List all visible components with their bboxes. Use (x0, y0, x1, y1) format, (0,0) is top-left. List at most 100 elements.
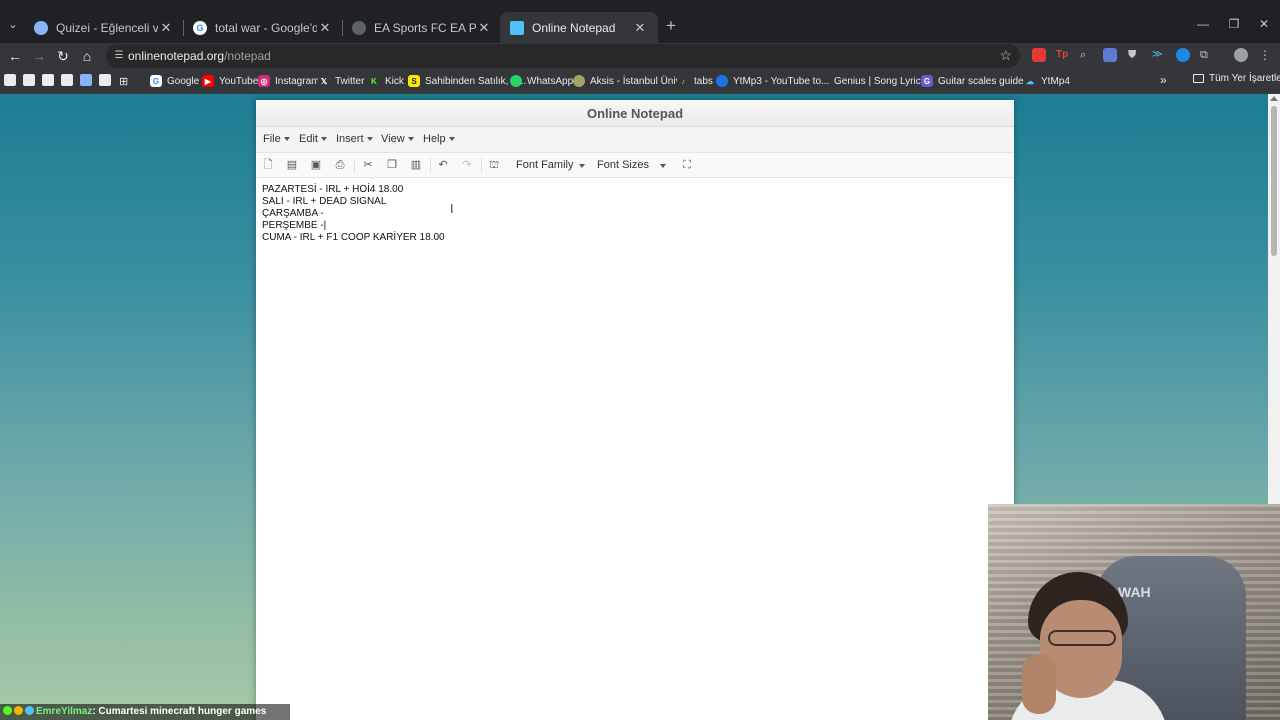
extensions-puzzle-icon[interactable]: ⧉ (1200, 48, 1214, 62)
notepad-window: Online Notepad File Edit Insert View Hel… (256, 100, 1014, 720)
apps-grid-icon[interactable]: ⊞ (119, 73, 128, 89)
bookmark-ytmp3[interactable]: YtMp3 - YouTube to... (716, 73, 829, 89)
bookmark-genius[interactable]: Genius | Song Lyrics... (834, 73, 934, 89)
close-icon[interactable]: ✕ (158, 20, 174, 36)
save-icon[interactable]: ▣ (309, 158, 323, 172)
youtube-icon: ▶ (202, 75, 214, 87)
extension-red-icon[interactable] (1032, 48, 1046, 62)
extension-translate-icon[interactable] (1103, 48, 1117, 62)
extension-arrows-icon[interactable]: ≫ (1152, 48, 1166, 62)
bookmark-youtube[interactable]: ▶ YouTube (202, 73, 258, 89)
ytmp3-icon (716, 75, 728, 87)
chat-badge-icon (14, 706, 23, 715)
notepad-icon (510, 20, 524, 35)
back-icon[interactable]: ← (6, 47, 24, 65)
home-icon[interactable]: ⌂ (78, 47, 96, 65)
redo-icon[interactable]: ↷ (460, 158, 474, 172)
restore-icon[interactable]: ❐ (1225, 17, 1243, 31)
bookmark-tabs[interactable]: ♪ tabs (677, 73, 713, 89)
tab-ea-sports[interactable]: EA Sports FC EA Play - EA Resmi ✕ (342, 12, 502, 43)
notepad-editor[interactable]: PAZARTESİ - IRL + HOİ4 18.00 SALI - IRL … (256, 179, 1014, 720)
font-sizes-dropdown[interactable]: Font Sizes (597, 159, 649, 171)
google-icon: G (150, 75, 162, 87)
browser-menu-icon[interactable]: ⋮ (1258, 48, 1272, 62)
site-info-icon[interactable]: ☰ (112, 49, 126, 63)
toolbar-divider (354, 158, 355, 173)
editor-line: PERŞEMBE -| (262, 220, 327, 231)
bookmark-kick[interactable]: K Kick (368, 73, 404, 89)
bookmark-instagram[interactable]: ◎ Instagram (258, 73, 319, 89)
chevron-down-icon (660, 164, 666, 168)
tab-strip: ⌄ Quizei - Eğlenceli ve etkileşimli ✕ G … (0, 0, 1280, 43)
scroll-thumb[interactable] (1271, 106, 1277, 256)
bookmark-sahibinden[interactable]: S Sahibinden Satılık, K... (408, 73, 526, 89)
scroll-up-icon[interactable] (1270, 96, 1278, 101)
font-family-dropdown[interactable]: Font Family (516, 159, 573, 171)
close-icon[interactable]: ✕ (317, 20, 333, 36)
more-bookmarks-icon[interactable]: » (1160, 73, 1167, 87)
close-icon[interactable]: ✕ (476, 20, 492, 36)
extension-tp-icon[interactable]: Tp (1056, 48, 1070, 62)
bookmark-app-icon[interactable] (42, 74, 54, 86)
toolbar-divider (430, 158, 431, 173)
forward-icon[interactable]: → (30, 47, 48, 65)
url-text[interactable]: onlinenotepad.org/notepad (128, 49, 271, 63)
quizei-icon (34, 20, 48, 35)
menu-help[interactable]: Help (423, 133, 455, 145)
profile-avatar[interactable] (1234, 48, 1248, 62)
tabs-icon: ♪ (677, 75, 689, 87)
person-glasses (1048, 630, 1116, 646)
bookmark-app-icon[interactable] (23, 74, 35, 86)
tab-quizei[interactable]: Quizei - Eğlenceli ve etkileşimli ✕ (24, 12, 184, 43)
bookmark-app-icon[interactable] (80, 74, 92, 86)
bookmark-guitar-scales[interactable]: G Guitar scales guide... (921, 73, 1032, 89)
extension-blue-icon[interactable] (1176, 48, 1190, 62)
x-icon: 𝕏 (318, 75, 330, 87)
print-icon[interactable]: ⎙ (333, 158, 347, 172)
menu-file[interactable]: File (263, 133, 290, 145)
google-icon: G (193, 20, 207, 35)
reload-icon[interactable]: ↻ (54, 47, 72, 65)
chair-logo: WAH (1118, 584, 1151, 600)
bookmark-twitter[interactable]: 𝕏 Twitter (318, 73, 364, 89)
bookmark-app-icon[interactable] (99, 74, 111, 86)
extension-search-icon[interactable]: ⌕ (1080, 48, 1094, 62)
tab-title: total war - Google'da Ara (215, 20, 317, 35)
bookmark-aksis[interactable]: Aksis - İstanbul Üniv... (573, 73, 688, 89)
bookmark-app-icon[interactable] (4, 74, 16, 86)
tab-online-notepad[interactable]: Online Notepad ✕ (500, 12, 658, 43)
cut-icon[interactable]: ✂ (361, 158, 375, 172)
chat-badge-icon (25, 706, 34, 715)
editor-line: ÇARŞAMBA - (262, 208, 324, 219)
tab-google-search[interactable]: G total war - Google'da Ara ✕ (183, 12, 343, 43)
all-bookmarks-folder[interactable]: Tüm Yer İşaretleri (1193, 73, 1280, 84)
bookmark-whatsapp[interactable]: WhatsApp (510, 73, 573, 89)
undo-icon[interactable]: ↶ (436, 158, 450, 172)
bookmark-star-icon[interactable]: ☆ (999, 47, 1012, 64)
aksis-icon (573, 75, 585, 87)
extension-shield-icon[interactable]: ⛊ (1128, 48, 1142, 62)
editor-line: SALI - IRL + DEAD SIGNAL (262, 196, 387, 207)
open-folder-icon[interactable]: ▤ (285, 158, 299, 172)
close-window-icon[interactable]: ✕ (1255, 17, 1273, 31)
folder-icon (1193, 74, 1204, 83)
bookmark-google[interactable]: G Google (150, 73, 199, 89)
webcam-overlay: WAH (988, 504, 1280, 720)
paste-icon[interactable]: ▥ (409, 158, 423, 172)
bookmark-app-icon[interactable] (61, 74, 73, 86)
close-icon[interactable]: ✕ (632, 20, 648, 36)
bookmark-ytmp4[interactable]: ☁ YtMp4 (1024, 73, 1070, 89)
menu-edit[interactable]: Edit (299, 133, 327, 145)
copy-icon[interactable]: ❐ (385, 158, 399, 172)
tab-title: Online Notepad (532, 20, 616, 35)
tab-search-chevron-icon[interactable]: ⌄ (4, 16, 22, 34)
address-bar[interactable]: ☰ onlinenotepad.org/notepad ☆ (106, 44, 1020, 68)
find-binoculars-icon[interactable]: ⛫ (487, 158, 501, 172)
new-tab-button[interactable]: + (662, 17, 680, 35)
menu-insert[interactable]: Insert (336, 133, 373, 145)
minimize-icon[interactable]: — (1194, 17, 1212, 31)
menu-view[interactable]: View (381, 133, 414, 145)
toolbar-divider (481, 158, 482, 173)
new-document-icon[interactable]: 🗋 (261, 158, 275, 172)
fullscreen-icon[interactable]: ⛶ (680, 158, 694, 172)
